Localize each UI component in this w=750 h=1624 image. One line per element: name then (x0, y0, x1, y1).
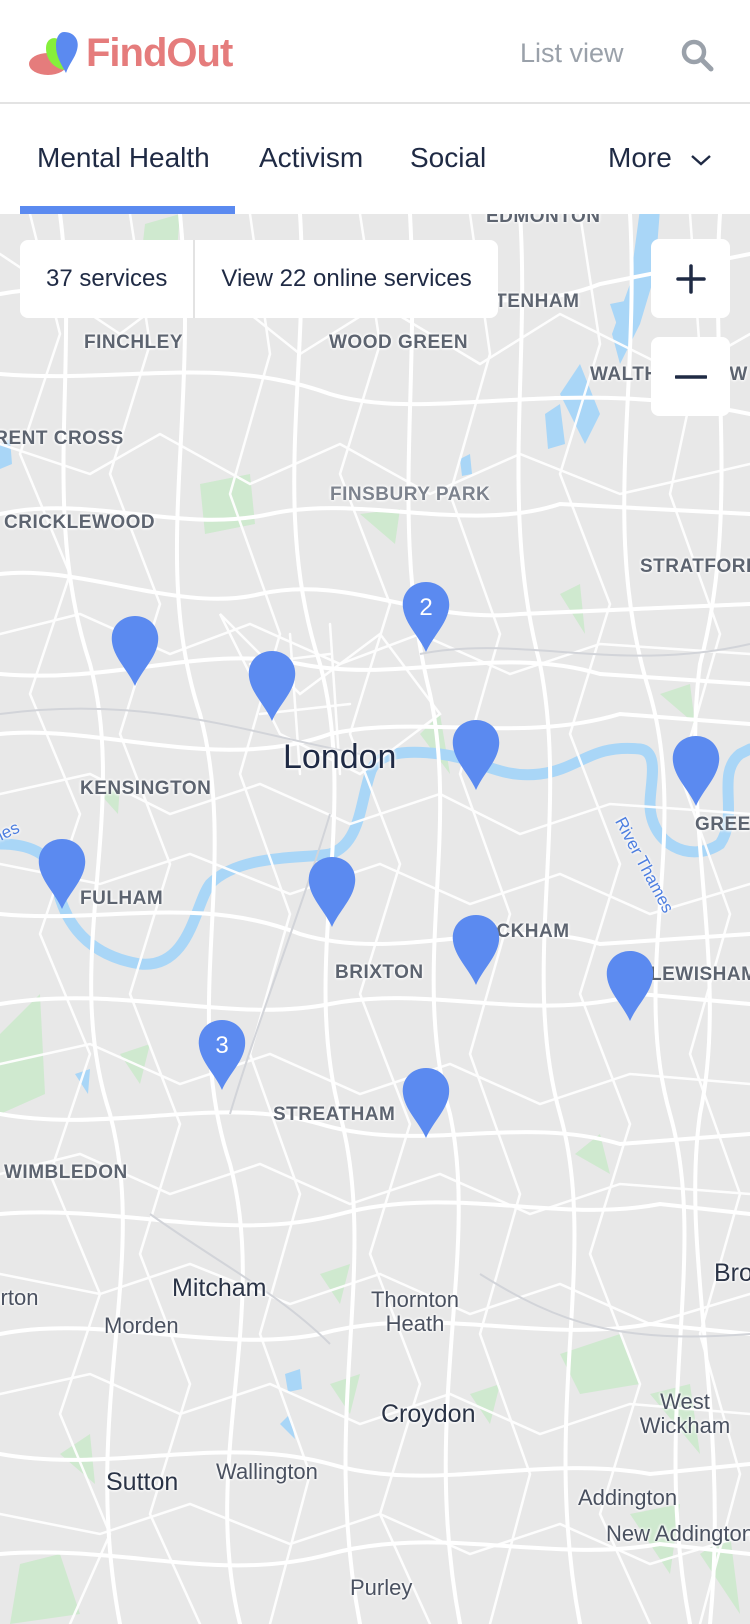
map-pin-icon (452, 720, 500, 790)
services-summary-bar: 37 services View 22 online services (20, 240, 498, 318)
map-pin-icon (248, 651, 296, 721)
map-marker[interactable] (307, 857, 357, 927)
minus-icon (674, 374, 707, 379)
map-pin-icon (606, 951, 654, 1021)
map-label-stratford: STRATFORD (640, 556, 750, 577)
services-count[interactable]: 37 services (20, 240, 193, 318)
map-marker-cluster[interactable]: 3 (197, 1020, 247, 1090)
map-label-merton: Merton (0, 1285, 39, 1310)
search-button[interactable] (678, 36, 718, 76)
map-view[interactable]: EDMONTON TOTTENHAM FINCHLEY WOOD GREEN W… (0, 214, 750, 1624)
map-label-fulham: FULHAM (80, 888, 164, 909)
map-marker[interactable] (671, 736, 721, 806)
map-marker[interactable] (110, 616, 160, 686)
map-label-greenwich: GREENWICH (695, 814, 750, 835)
map-marker[interactable] (247, 651, 297, 721)
search-icon (681, 39, 714, 72)
map-label-kensington: KENSINGTON (80, 778, 212, 799)
app-header: FindOut List view (0, 0, 750, 104)
map-marker[interactable] (451, 720, 501, 790)
map-pin-icon (38, 839, 86, 909)
active-tab-indicator (20, 206, 235, 214)
map-label-bromley: Bromley (714, 1259, 750, 1287)
map-label-wood-green: WOOD GREEN (329, 332, 469, 353)
map-label-cricklewood: CRICKLEWOOD (4, 512, 156, 533)
map-marker[interactable] (451, 915, 501, 985)
map-label-streatham: STREATHAM (273, 1104, 396, 1125)
map-label-new-addington: New Addington (606, 1521, 750, 1546)
logo-icon (29, 32, 78, 75)
map-label-brent-cross: BRENT CROSS (0, 428, 124, 449)
list-view-link[interactable]: List view (520, 38, 624, 69)
map-label-london: London (283, 738, 397, 776)
zoom-out-button[interactable] (651, 337, 730, 416)
map-label-brixton: BRIXTON (335, 962, 424, 983)
zoom-in-button[interactable] (651, 239, 730, 318)
map-label-mitcham: Mitcham (172, 1274, 267, 1302)
map-label-morden: Morden (104, 1313, 179, 1338)
map-label-addington: Addington (578, 1485, 678, 1510)
map-label-wimbledon: WIMBLEDON (4, 1162, 128, 1183)
app-name: FindOut (86, 30, 233, 75)
map-marker[interactable] (37, 839, 87, 909)
map-label-croydon: Croydon (381, 1400, 476, 1428)
chevron-down-icon (690, 154, 711, 166)
more-label: More (608, 142, 672, 173)
map-label-lewisham: LEWISHAM (650, 964, 750, 985)
map-label-west-wickham: West Wickham (639, 1389, 731, 1438)
tab-social[interactable]: Social (410, 142, 486, 174)
map-label-wallington: Wallington (216, 1459, 318, 1484)
map-marker-cluster[interactable]: 2 (401, 582, 451, 652)
category-tabs: Mental Health Activism Social More (0, 104, 750, 214)
map-label-thornton-heath: Thornton Heath (370, 1287, 460, 1336)
map-marker[interactable] (605, 951, 655, 1021)
cluster-count: 2 (419, 594, 433, 621)
map-label-sutton: Sutton (106, 1468, 179, 1496)
map-label-purley: Purley (350, 1575, 413, 1600)
map-label-finsbury-park: FINSBURY PARK (330, 484, 491, 505)
tab-more[interactable]: More (608, 142, 712, 174)
map-pin-icon (452, 915, 500, 985)
map-pin-icon (111, 616, 159, 686)
cluster-count: 3 (215, 1032, 229, 1059)
view-online-services-button[interactable]: View 22 online services (195, 240, 497, 318)
findout-logo[interactable]: FindOut (28, 30, 233, 76)
map-pin-icon (308, 857, 356, 927)
map-marker[interactable] (401, 1068, 451, 1138)
tab-activism[interactable]: Activism (259, 142, 363, 174)
tab-mental-health[interactable]: Mental Health (37, 142, 210, 174)
map-label-finchley: FINCHLEY (84, 332, 183, 353)
plus-icon (675, 263, 706, 294)
map-pin-icon (672, 736, 720, 806)
map-label-edmonton: EDMONTON (486, 214, 601, 227)
map-pin-icon (402, 1068, 450, 1138)
